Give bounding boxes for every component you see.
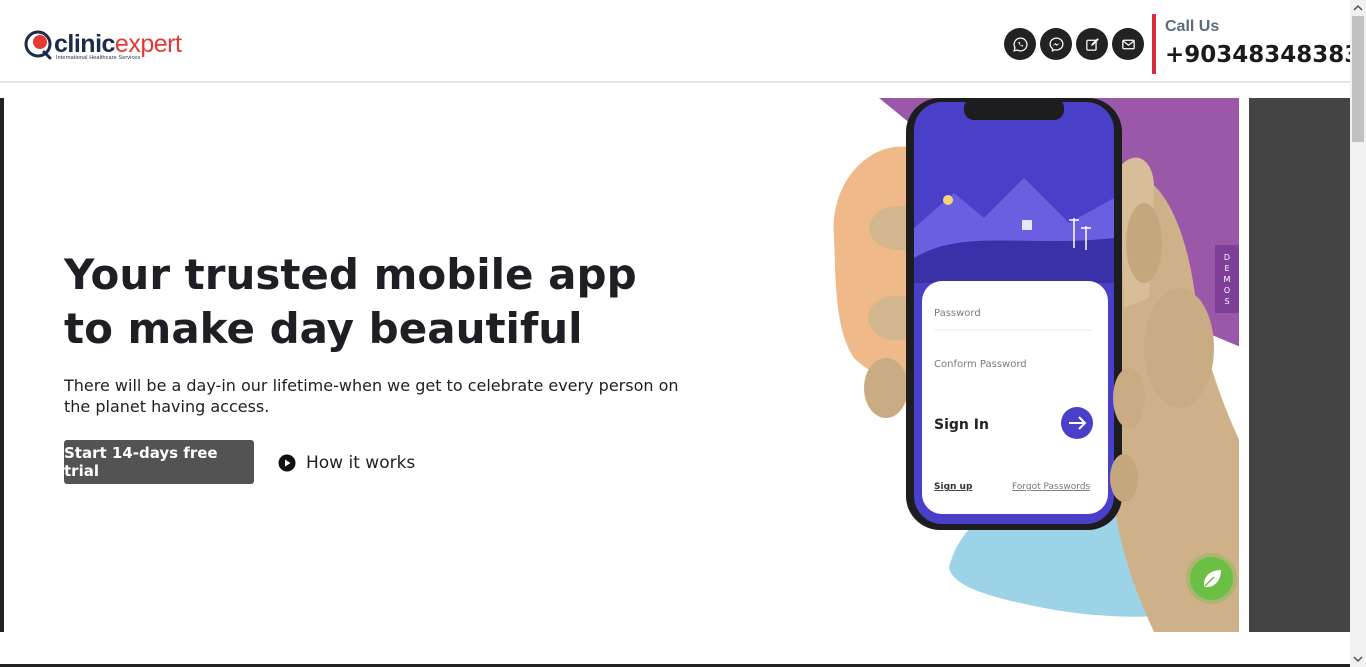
play-circle-icon <box>278 454 296 472</box>
leaf-icon <box>1203 569 1221 587</box>
whatsapp-icon <box>1012 36 1028 52</box>
logo-brand-part2: expert <box>114 30 182 58</box>
mail-icon <box>1121 39 1135 49</box>
sign-up-link: Sign up <box>934 482 973 492</box>
confirm-password-field-label: Conform Password <box>934 359 1027 370</box>
logo-mark-icon <box>24 30 52 60</box>
edit-icon <box>1085 37 1099 51</box>
messenger-icon <box>1048 36 1064 52</box>
password-field-label: Password <box>934 308 981 319</box>
demos-letter: S <box>1224 296 1230 306</box>
mail-button[interactable] <box>1112 28 1144 60</box>
phone-number-link[interactable]: +90348348383 <box>1165 40 1360 70</box>
contact-icons <box>1004 28 1144 60</box>
leaf-chat-button[interactable] <box>1190 557 1233 600</box>
site-header: clinicexpert International Healthcare Se… <box>0 0 1360 83</box>
how-it-works-link[interactable]: How it works <box>278 452 415 474</box>
scroll-down-arrow-icon[interactable] <box>1350 651 1366 667</box>
hero-section: Your trusted mobile app to make day beau… <box>0 98 1239 632</box>
scroll-up-arrow-icon[interactable] <box>1350 0 1366 16</box>
free-trial-button[interactable]: Start 14-days free trial <box>64 440 254 484</box>
call-us-label: Call Us <box>1165 18 1220 35</box>
edit-button[interactable] <box>1076 28 1108 60</box>
forgot-password-link: Forgot Passwords <box>1012 482 1091 492</box>
whatsapp-button[interactable] <box>1004 28 1036 60</box>
demos-letter: O <box>1223 285 1231 295</box>
messenger-button[interactable] <box>1040 28 1072 60</box>
demos-letter: M <box>1223 274 1231 284</box>
phone-in-hand-illustration: Password Conform Password Sign In Sign u… <box>833 98 1239 632</box>
right-dark-panel <box>1249 98 1350 632</box>
page-scrollbar[interactable] <box>1350 0 1366 667</box>
demos-letter: E <box>1224 263 1230 273</box>
clinicexpert-logo[interactable]: clinicexpert International Healthcare Se… <box>24 28 194 68</box>
demos-tab[interactable]: D E M O S <box>1215 245 1239 313</box>
how-it-works-label: How it works <box>306 453 416 473</box>
scrollbar-thumb[interactable] <box>1352 16 1364 142</box>
demos-letter: D <box>1223 252 1231 262</box>
logo-brand-part1: clinic <box>54 30 115 58</box>
call-us-block: Call Us +90348348383 <box>1152 14 1360 74</box>
sign-in-label: Sign In <box>934 417 989 433</box>
hero-subtitle: There will be a day-in our lifetime-when… <box>64 376 679 416</box>
hero-title: Your trusted mobile app to make day beau… <box>64 250 637 353</box>
logo-tagline: International Healthcare Services <box>56 55 141 61</box>
